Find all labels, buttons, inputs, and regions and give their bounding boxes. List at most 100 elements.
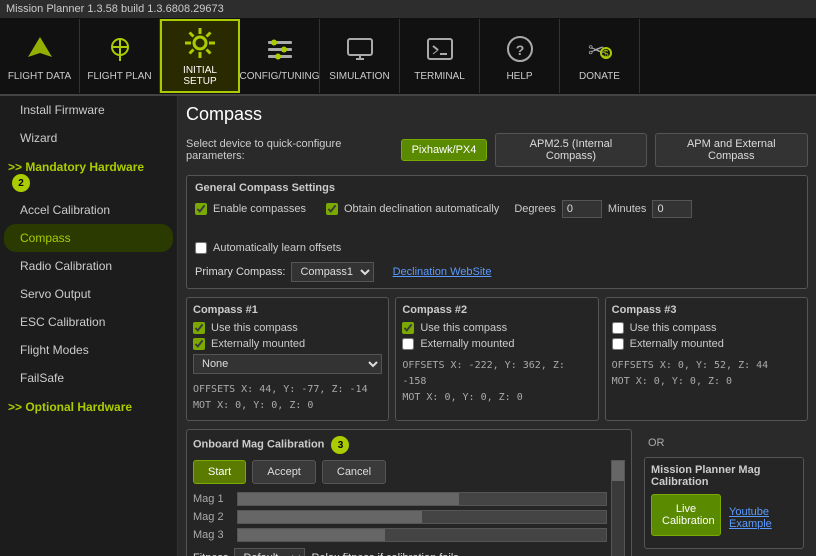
- minutes-input[interactable]: [652, 200, 692, 218]
- onboard-cal-box: Onboard Mag Calibration 3 Start Accept C…: [186, 429, 632, 556]
- device-btn-apm25[interactable]: APM2.5 (Internal Compass): [495, 133, 646, 167]
- map-icon: [102, 31, 138, 67]
- servo-output-label: Servo Output: [20, 287, 91, 301]
- flight-modes-label: Flight Modes: [20, 343, 89, 357]
- toolbar-label-initial-setup: INITIAL SETUP: [166, 65, 234, 87]
- compass2-use-label: Use this compass: [420, 322, 507, 334]
- install-firmware-label: Install Firmware: [20, 103, 105, 117]
- mag2-bar: [237, 510, 607, 524]
- mission-cal-box: Mission Planner Mag Calibration LiveCali…: [644, 457, 804, 549]
- toolbar-item-initial-setup[interactable]: INITIAL SETUP: [160, 19, 240, 93]
- mag1-row: Mag 1: [193, 492, 607, 506]
- scissors-icon: ✂ $: [582, 31, 618, 67]
- compass2-external-checkbox[interactable]: [402, 338, 414, 350]
- toolbar-label-config: CONFIG/TUNING: [240, 71, 320, 82]
- compass-1-title: Compass #1: [193, 304, 382, 316]
- sliders-icon: [262, 31, 298, 67]
- compass3-offsets: OFFSETS X: 0, Y: 52, Z: 44 MOT X: 0, Y: …: [612, 358, 801, 390]
- mag1-fill: [238, 493, 459, 505]
- sidebar-item-install-firmware[interactable]: Install Firmware: [0, 96, 177, 124]
- toolbar-item-flight-plan[interactable]: FLIGHT PLAN: [80, 19, 160, 93]
- sidebar-item-servo-output[interactable]: Servo Output: [0, 280, 177, 308]
- device-btn-apm-external[interactable]: APM and External Compass: [655, 133, 808, 167]
- mag2-fill: [238, 511, 422, 523]
- obtain-declination-checkbox[interactable]: [326, 203, 338, 215]
- youtube-link[interactable]: Youtube Example: [729, 506, 797, 530]
- device-select-row: Select device to quick-configure paramet…: [186, 133, 808, 167]
- sidebar-item-radio-cal[interactable]: Radio Calibration: [0, 252, 177, 280]
- start-button[interactable]: Start: [193, 460, 246, 484]
- enable-compasses-checkbox[interactable]: [195, 203, 207, 215]
- compass2-use-checkbox[interactable]: [402, 322, 414, 334]
- obtain-declination-label: Obtain declination automatically: [344, 203, 499, 215]
- accept-button[interactable]: Accept: [252, 460, 316, 484]
- device-btn-pixhawk[interactable]: Pixhawk/PX4: [401, 139, 488, 161]
- toolbar-item-terminal[interactable]: TERMINAL: [400, 19, 480, 93]
- compass-panels-row: Compass #1 Use this compass Externally m…: [186, 297, 808, 421]
- sidebar-item-accel-cal[interactable]: Accel Calibration: [0, 196, 177, 224]
- degrees-input[interactable]: [562, 200, 602, 218]
- mag1-bar: [237, 492, 607, 506]
- sidebar-item-compass[interactable]: Compass: [4, 224, 173, 252]
- svg-text:?: ?: [515, 42, 524, 58]
- mandatory-hardware-badge: 2: [12, 174, 30, 192]
- mag3-label: Mag 3: [193, 529, 231, 541]
- compass-2-title: Compass #2: [402, 304, 591, 316]
- toolbar-item-donate[interactable]: ✂ $ DONATE: [560, 19, 640, 93]
- mag3-bar: [237, 528, 607, 542]
- compass1-external-checkbox[interactable]: [193, 338, 205, 350]
- live-calibration-button[interactable]: LiveCalibration: [651, 494, 721, 536]
- toolbar-label-flight-plan: FLIGHT PLAN: [87, 71, 151, 82]
- auto-learn-checkbox[interactable]: [195, 242, 207, 254]
- toolbar-item-simulation[interactable]: SIMULATION: [320, 19, 400, 93]
- sidebar-item-esc-cal[interactable]: ESC Calibration: [0, 308, 177, 336]
- cal-badge: 3: [331, 436, 349, 454]
- mag3-row: Mag 3: [193, 528, 607, 542]
- optional-hardware-section: >> Optional Hardware: [0, 392, 177, 418]
- toolbar-label-simulation: SIMULATION: [329, 71, 389, 82]
- toolbar-item-help[interactable]: ? HELP: [480, 19, 560, 93]
- question-icon: ?: [502, 31, 538, 67]
- mag1-label: Mag 1: [193, 493, 231, 505]
- sidebar-item-wizard[interactable]: Wizard: [0, 124, 177, 152]
- primary-compass-label: Primary Compass:: [195, 266, 285, 278]
- fitness-label: Fitness: [193, 552, 228, 556]
- auto-learn-label: Automatically learn offsets: [213, 242, 341, 254]
- monitor-icon: [342, 31, 378, 67]
- toolbar-label-terminal: TERMINAL: [414, 71, 465, 82]
- toolbar-label-help: HELP: [506, 71, 532, 82]
- gear-icon: [182, 25, 218, 61]
- compass1-use-checkbox[interactable]: [193, 322, 205, 334]
- toolbar-item-config[interactable]: CONFIG/TUNING: [240, 19, 320, 93]
- mag3-fill: [238, 529, 385, 541]
- sidebar: Install Firmware Wizard >> Mandatory Har…: [0, 96, 178, 556]
- toolbar-item-flight-data[interactable]: FLIGHT DATA: [0, 19, 80, 93]
- mandatory-hardware-section: >> Mandatory Hardware 2: [0, 152, 177, 196]
- sidebar-item-failsafe[interactable]: FailSafe: [0, 364, 177, 392]
- declination-link[interactable]: Declination WebSite: [393, 266, 492, 278]
- esc-cal-label: ESC Calibration: [20, 315, 105, 329]
- general-settings-title: General Compass Settings: [195, 182, 799, 194]
- degrees-label: Degrees: [514, 203, 556, 215]
- title-bar: Mission Planner 1.3.58 build 1.3.6808.29…: [0, 0, 816, 18]
- minutes-label: Minutes: [608, 203, 647, 215]
- mandatory-hardware-label: >> Mandatory Hardware: [8, 160, 144, 174]
- fitness-select[interactable]: Default Relaxed Strict: [234, 548, 305, 556]
- or-label: OR: [644, 433, 669, 453]
- onboard-cal-title: Onboard Mag Calibration 3: [193, 436, 625, 454]
- cancel-button[interactable]: Cancel: [322, 460, 386, 484]
- toolbar: FLIGHT DATA FLIGHT PLAN: [0, 18, 816, 96]
- compass3-external-label: Externally mounted: [630, 338, 724, 350]
- primary-compass-select[interactable]: Compass1 Compass2 Compass3: [291, 262, 374, 282]
- general-compass-settings: General Compass Settings Enable compasse…: [186, 175, 808, 289]
- compass3-use-checkbox[interactable]: [612, 322, 624, 334]
- fitness-row: Fitness Default Relaxed Strict Relax fit…: [193, 548, 607, 556]
- cal-scrollbar[interactable]: [611, 460, 625, 556]
- relax-text: Relax fitness if calibration fails: [311, 552, 458, 556]
- calibration-section: Onboard Mag Calibration 3 Start Accept C…: [186, 429, 808, 556]
- title-bar-text: Mission Planner 1.3.58 build 1.3.6808.29…: [6, 3, 224, 15]
- sidebar-item-flight-modes[interactable]: Flight Modes: [0, 336, 177, 364]
- page-title: Compass: [186, 104, 808, 125]
- compass1-dropdown[interactable]: None: [193, 354, 382, 374]
- compass3-external-checkbox[interactable]: [612, 338, 624, 350]
